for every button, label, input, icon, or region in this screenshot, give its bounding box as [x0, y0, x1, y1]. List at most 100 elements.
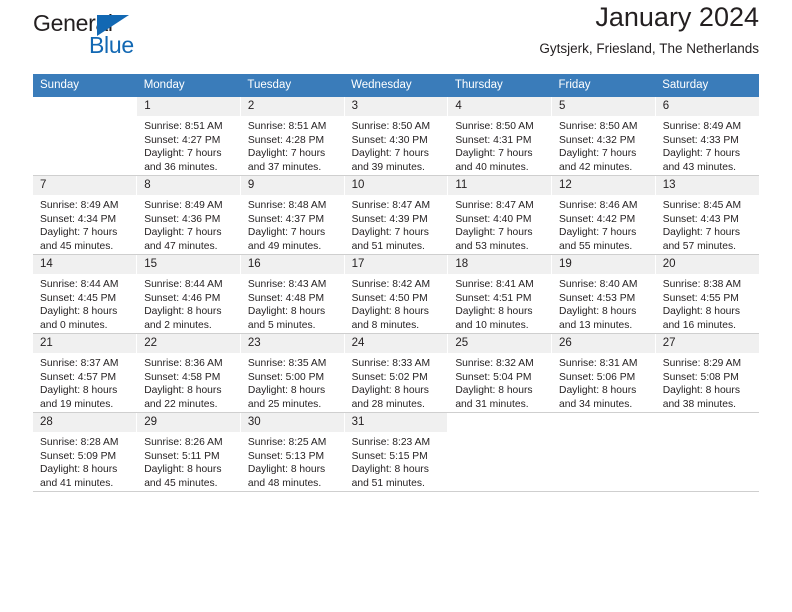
day-detail-line: Sunset: 5:00 PM [247, 371, 325, 383]
day-detail-line: Daylight: 8 hours [40, 385, 118, 397]
day-detail-line: and 36 minutes. [144, 161, 218, 173]
day-number: 13 [655, 176, 759, 195]
brand-logo[interactable]: General Blue [33, 10, 183, 66]
calendar-cell-day-26[interactable]: 26 Sunrise: 8:31 AM Sunset: 5:06 PM Dayligh… [551, 333, 656, 413]
day-details: Sunrise: 8:31 AM Sunset: 5:06 PM Daylight:… [552, 353, 655, 411]
day-detail-line: Daylight: 8 hours [559, 306, 637, 318]
day-detail-line: and 8 minutes. [351, 319, 420, 331]
day-detail-line: Daylight: 8 hours [144, 385, 222, 397]
calendar-cell-day-31[interactable]: 31 Sunrise: 8:23 AM Sunset: 5:15 PM Dayligh… [344, 412, 449, 492]
calendar-cell-day-16[interactable]: 16 Sunrise: 8:43 AM Sunset: 4:48 PM Dayligh… [240, 254, 345, 334]
day-detail-line: Daylight: 7 hours [455, 148, 533, 160]
title-block: January 2024 Gytsjerk, Friesland, The Ne… [539, 0, 759, 59]
calendar-cell-day-7[interactable]: 7 Sunrise: 8:49 AM Sunset: 4:34 PM Daylight… [33, 175, 138, 255]
day-details: Sunrise: 8:45 AM Sunset: 4:43 PM Daylight:… [656, 195, 759, 253]
day-detail-line: and 19 minutes. [40, 398, 114, 410]
calendar-cell-day-27[interactable]: 27 Sunrise: 8:29 AM Sunset: 5:08 PM Dayligh… [655, 333, 759, 413]
day-detail-line: and 40 minutes. [455, 161, 529, 173]
day-number: 23 [240, 334, 344, 353]
day-number: 9 [240, 176, 344, 195]
calendar-cell-day-5[interactable]: 5 Sunrise: 8:50 AM Sunset: 4:32 PM Daylight… [551, 97, 656, 176]
calendar-cell-day-24[interactable]: 24 Sunrise: 8:33 AM Sunset: 5:02 PM Dayligh… [344, 333, 449, 413]
day-number: 16 [240, 255, 344, 274]
day-detail-line: Sunset: 4:45 PM [40, 292, 117, 304]
day-details: Sunrise: 8:49 AM Sunset: 4:36 PM Daylight:… [137, 195, 240, 253]
calendar-cell-day-20[interactable]: 20 Sunrise: 8:38 AM Sunset: 4:55 PM Dayligh… [655, 254, 759, 334]
calendar-cell-day-25[interactable]: 25 Sunrise: 8:32 AM Sunset: 5:04 PM Dayligh… [447, 333, 553, 413]
day-detail-line: Sunrise: 8:51 AM [144, 121, 223, 132]
day-detail-line: Sunrise: 8:49 AM [144, 200, 223, 211]
calendar-cell-day-6[interactable]: 6 Sunrise: 8:49 AM Sunset: 4:33 PM Daylight… [655, 97, 759, 176]
day-detail-line: and 28 minutes. [351, 398, 425, 410]
day-details: Sunrise: 8:47 AM Sunset: 4:40 PM Daylight:… [448, 195, 551, 253]
page-header: General Blue January 2024 Gytsjerk, Frie… [33, 0, 759, 74]
day-number: 11 [448, 176, 552, 195]
calendar-cell-day-1[interactable]: 1 Sunrise: 8:51 AM Sunset: 4:27 PM Daylight… [136, 97, 241, 176]
day-number: 22 [137, 334, 240, 353]
day-detail-line: Daylight: 8 hours [455, 306, 533, 318]
day-detail-line: and 53 minutes. [455, 240, 529, 252]
calendar-cell-day-28[interactable]: 28 Sunrise: 8:28 AM Sunset: 5:09 PM Dayligh… [33, 412, 138, 492]
calendar-cell-day-13[interactable]: 13 Sunrise: 8:45 AM Sunset: 4:43 PM Dayligh… [655, 175, 759, 255]
calendar-cell-day-4[interactable]: 4 Sunrise: 8:50 AM Sunset: 4:31 PM Daylight… [447, 97, 553, 176]
day-number [448, 413, 552, 432]
day-detail-line: and 0 minutes. [40, 319, 108, 331]
day-detail-line: Sunset: 5:02 PM [351, 371, 428, 383]
day-detail-line: Sunset: 4:33 PM [662, 134, 739, 146]
day-number: 8 [137, 176, 240, 195]
day-details: Sunrise: 8:29 AM Sunset: 5:08 PM Daylight:… [656, 353, 759, 411]
day-detail-line: Daylight: 8 hours [144, 306, 222, 318]
day-detail-line: and 34 minutes. [559, 398, 633, 410]
day-detail-line: Sunrise: 8:26 AM [144, 437, 223, 448]
calendar-cell-day-2[interactable]: 2 Sunrise: 8:51 AM Sunset: 4:28 PM Daylight… [240, 97, 345, 176]
day-detail-line: Sunrise: 8:42 AM [351, 279, 431, 290]
day-detail-line: Sunset: 4:53 PM [559, 292, 636, 304]
day-detail-line: Daylight: 7 hours [559, 227, 637, 239]
calendar-cell-day-8[interactable]: 8 Sunrise: 8:49 AM Sunset: 4:36 PM Daylight… [136, 175, 241, 255]
day-detail-line: Daylight: 7 hours [144, 148, 222, 160]
calendar-cell-day-30[interactable]: 30 Sunrise: 8:25 AM Sunset: 5:13 PM Dayligh… [240, 412, 345, 492]
day-details: Sunrise: 8:50 AM Sunset: 4:30 PM Daylight:… [345, 116, 448, 174]
day-number [552, 413, 655, 432]
day-number: 14 [33, 255, 137, 274]
day-detail-line: Sunset: 4:30 PM [351, 134, 428, 146]
column-header-sunday: Sunday [33, 74, 137, 97]
calendar-cell-day-9[interactable]: 9 Sunrise: 8:48 AM Sunset: 4:37 PM Daylight… [240, 175, 345, 255]
calendar-cell-day-22[interactable]: 22 Sunrise: 8:36 AM Sunset: 4:58 PM Dayligh… [136, 333, 241, 413]
calendar-header-row: Sunday Monday Tuesday Wednesday Thursday Frid… [33, 74, 759, 97]
day-detail-line: Sunrise: 8:36 AM [144, 358, 223, 369]
day-detail-line: Sunrise: 8:45 AM [662, 200, 742, 211]
day-detail-line: Daylight: 8 hours [351, 464, 429, 476]
calendar-cell-day-3[interactable]: 3 Sunrise: 8:50 AM Sunset: 4:30 PM Daylight… [344, 97, 449, 176]
calendar-cell-day-14[interactable]: 14 Sunrise: 8:44 AM Sunset: 4:45 PM Dayligh… [33, 254, 138, 334]
day-detail-line: and 22 minutes. [144, 398, 218, 410]
day-detail-line: Daylight: 8 hours [662, 306, 740, 318]
day-detail-line: Daylight: 8 hours [40, 306, 118, 318]
day-detail-line: Daylight: 8 hours [247, 464, 326, 476]
calendar-cell-empty [655, 412, 759, 492]
day-number: 2 [240, 97, 344, 116]
day-detail-line: Sunset: 4:36 PM [144, 213, 221, 225]
calendar-cell-day-18[interactable]: 18 Sunrise: 8:41 AM Sunset: 4:51 PM Dayligh… [447, 254, 553, 334]
day-detail-line: Sunset: 4:43 PM [662, 213, 739, 225]
calendar-cell-day-19[interactable]: 19 Sunrise: 8:40 AM Sunset: 4:53 PM Dayligh… [551, 254, 656, 334]
day-number: 1 [137, 97, 240, 116]
calendar-cell-day-21[interactable]: 21 Sunrise: 8:37 AM Sunset: 4:57 PM Dayligh… [33, 333, 138, 413]
calendar-cell-day-23[interactable]: 23 Sunrise: 8:35 AM Sunset: 5:00 PM Dayligh… [240, 333, 345, 413]
brand-word-blue: Blue [89, 32, 134, 58]
column-header-tuesday: Tuesday [240, 74, 345, 97]
day-detail-line: Daylight: 7 hours [247, 148, 326, 160]
day-detail-line: Sunrise: 8:35 AM [247, 358, 327, 369]
day-detail-line: Sunset: 4:51 PM [455, 292, 532, 304]
calendar-cell-day-29[interactable]: 29 Sunrise: 8:26 AM Sunset: 5:11 PM Dayligh… [136, 412, 241, 492]
column-header-thursday: Thursday [447, 74, 552, 97]
calendar-cell-day-17[interactable]: 17 Sunrise: 8:42 AM Sunset: 4:50 PM Dayligh… [344, 254, 449, 334]
day-detail-line: Sunset: 4:57 PM [40, 371, 117, 383]
calendar-cell-day-15[interactable]: 15 Sunrise: 8:44 AM Sunset: 4:46 PM Dayligh… [136, 254, 241, 334]
calendar-cell-day-11[interactable]: 11 Sunrise: 8:47 AM Sunset: 4:40 PM Dayligh… [447, 175, 553, 255]
calendar-cell-day-12[interactable]: 12 Sunrise: 8:46 AM Sunset: 4:42 PM Dayligh… [551, 175, 656, 255]
day-detail-line: Sunrise: 8:43 AM [247, 279, 327, 290]
day-detail-line: Sunrise: 8:37 AM [40, 358, 119, 369]
calendar-cell-day-10[interactable]: 10 Sunrise: 8:47 AM Sunset: 4:39 PM Dayligh… [344, 175, 449, 255]
day-detail-line: Sunrise: 8:47 AM [351, 200, 431, 211]
